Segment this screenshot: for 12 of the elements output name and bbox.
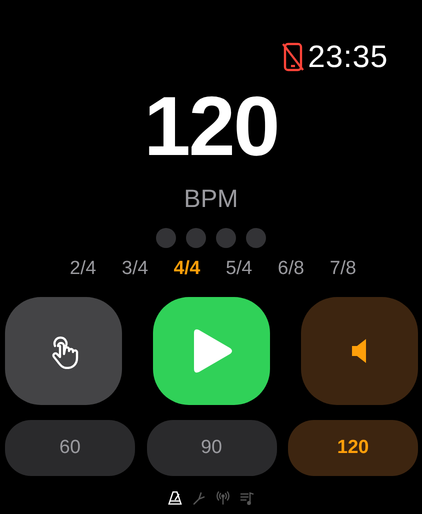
time-signature-option[interactable]: 3/4 xyxy=(118,258,152,280)
tempo-preset-button[interactable]: 60 xyxy=(5,420,135,476)
time-signature-option[interactable]: 4/4 xyxy=(170,258,204,280)
time-signature-option[interactable]: 5/4 xyxy=(222,258,256,280)
tempo-preset-button[interactable]: 120 xyxy=(288,420,418,476)
tempo-value: 120 xyxy=(144,84,278,168)
time-signature-option[interactable]: 6/8 xyxy=(274,258,308,280)
time-signature-option[interactable]: 2/4 xyxy=(66,258,100,280)
clock-time: 23:35 xyxy=(308,39,388,75)
time-signature-option[interactable]: 7/8 xyxy=(326,258,360,280)
tempo-unit: BPM xyxy=(184,185,238,214)
tempo-preset-button[interactable]: 90 xyxy=(146,420,276,476)
